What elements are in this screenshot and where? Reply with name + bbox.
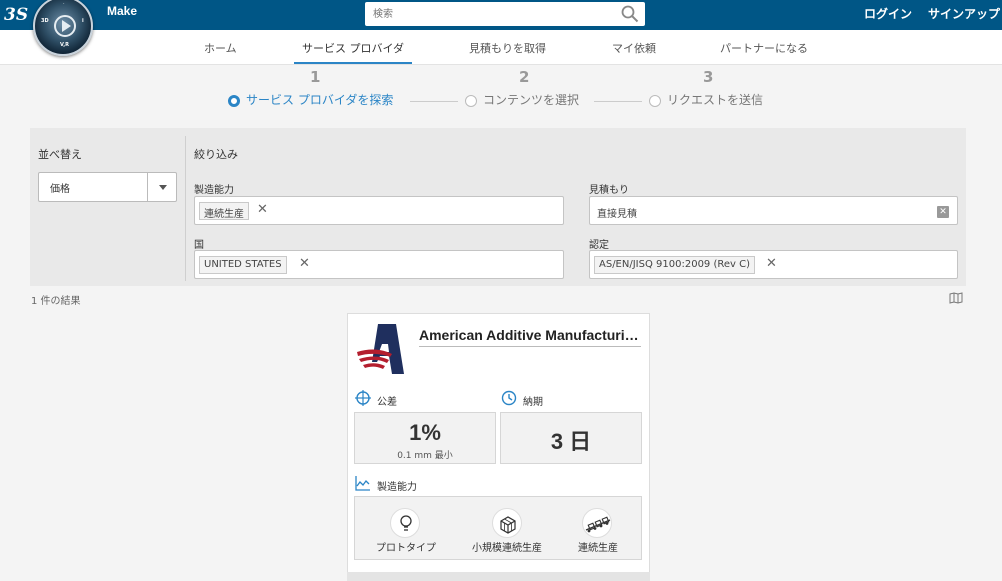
close-icon[interactable]: ✕ [257,201,268,219]
active-tab-indicator [294,62,412,64]
tolerance-sub: 0.1 mm 最小 [397,451,453,461]
leadtime-box: 3 日 [500,412,642,464]
company-name-underline [419,346,641,347]
close-icon[interactable]: ✕ [766,255,777,273]
login-link[interactable]: ログイン [864,5,912,22]
search-box [365,2,645,26]
quote-label: 見積もり [589,185,629,196]
nav-my-requests[interactable]: マイ依頼 [612,40,656,56]
app-title: Make [107,4,138,18]
capability-section-label: 製造能力 [377,482,417,493]
result-count: 1 件の結果 [31,296,81,307]
capability-tag: 連続生産 [199,202,249,220]
panel-divider [185,136,186,281]
capability-small-batch: 小規模連続生産 [472,543,542,554]
certification-tag: AS/EN/JISQ 9100:2009 (Rev C) [594,256,756,274]
conveyor-icon [582,508,612,538]
compass-i-mark: i [82,18,84,24]
capability-mass-production: 連続生産 [578,543,618,554]
leadtime-label: 納期 [523,397,543,408]
ds-logo[interactable]: 3S [4,2,30,28]
lightbulb-icon [390,508,420,538]
capability-field[interactable]: 連続生産 ✕ [194,196,564,225]
tolerance-label: 公差 [377,397,397,408]
top-bar: 3S Make ログイン サインアップ [0,0,1002,30]
capability-prototype: プロトタイプ [376,543,436,554]
certification-field[interactable]: AS/EN/JISQ 9100:2009 (Rev C) ✕ [589,250,958,279]
main-nav: ホーム サービス プロバイダ 見積もりを取得 マイ依頼 パートナーになる [0,30,1002,65]
nav-home[interactable]: ホーム [204,40,237,56]
quote-field[interactable]: 直接見積 ✕ [589,196,958,225]
step-3-label[interactable]: リクエストを送信 [667,91,763,108]
nav-service-providers[interactable]: サービス プロバイダ [302,40,404,56]
compass-vr-mark: V,R [60,42,69,48]
clear-icon[interactable]: ✕ [937,206,949,218]
capability-label: 製造能力 [194,185,234,196]
sort-value: 価格 [50,184,70,195]
compass-north-mark: · [63,1,65,7]
step-2-number: 2 [519,68,530,86]
search-input[interactable] [365,2,615,26]
step-3-number: 3 [703,68,714,86]
select-separator [147,173,148,201]
chart-icon [355,476,370,491]
cubes-icon [492,508,522,538]
step-connector [594,101,642,102]
compass-3d-mark: 3D [41,18,49,24]
signup-link[interactable]: サインアップ [928,5,1000,22]
country-tag: UNITED STATES [199,256,287,274]
country-field[interactable]: UNITED STATES ✕ [194,250,564,279]
country-label: 国 [194,240,204,251]
leadtime-value: 3 日 [550,429,592,454]
step-1-label[interactable]: サービス プロバイダを探索 [246,91,393,108]
quote-value: 直接見積 [597,209,637,220]
company-name[interactable]: American Additive Manufacturing [419,327,641,343]
company-logo [357,324,404,374]
sort-label: 並べ替え [38,148,82,161]
nav-become-partner[interactable]: パートナーになる [720,40,808,56]
step-2-radio[interactable] [465,95,477,107]
map-icon[interactable] [949,292,963,304]
step-connector [410,101,458,102]
search-icon[interactable] [621,5,639,23]
nav-get-quote[interactable]: 見積もりを取得 [469,40,546,56]
chevron-down-icon[interactable] [159,185,167,190]
step-1-radio[interactable] [228,95,240,107]
sort-select[interactable]: 価格 [38,172,177,202]
step-1-number: 1 [310,68,321,86]
card-footer [347,572,650,581]
play-icon [54,15,76,37]
filter-label: 絞り込み [194,148,238,161]
step-3-radio[interactable] [649,95,661,107]
tolerance-value: 1% [409,420,441,445]
step-2-label[interactable]: コンテンツを選択 [483,91,579,108]
close-icon[interactable]: ✕ [299,255,310,273]
tolerance-box: 1% 0.1 mm 最小 [354,412,496,464]
crosshair-icon [355,390,371,406]
clock-icon [501,390,517,406]
certification-label: 認定 [589,240,609,251]
